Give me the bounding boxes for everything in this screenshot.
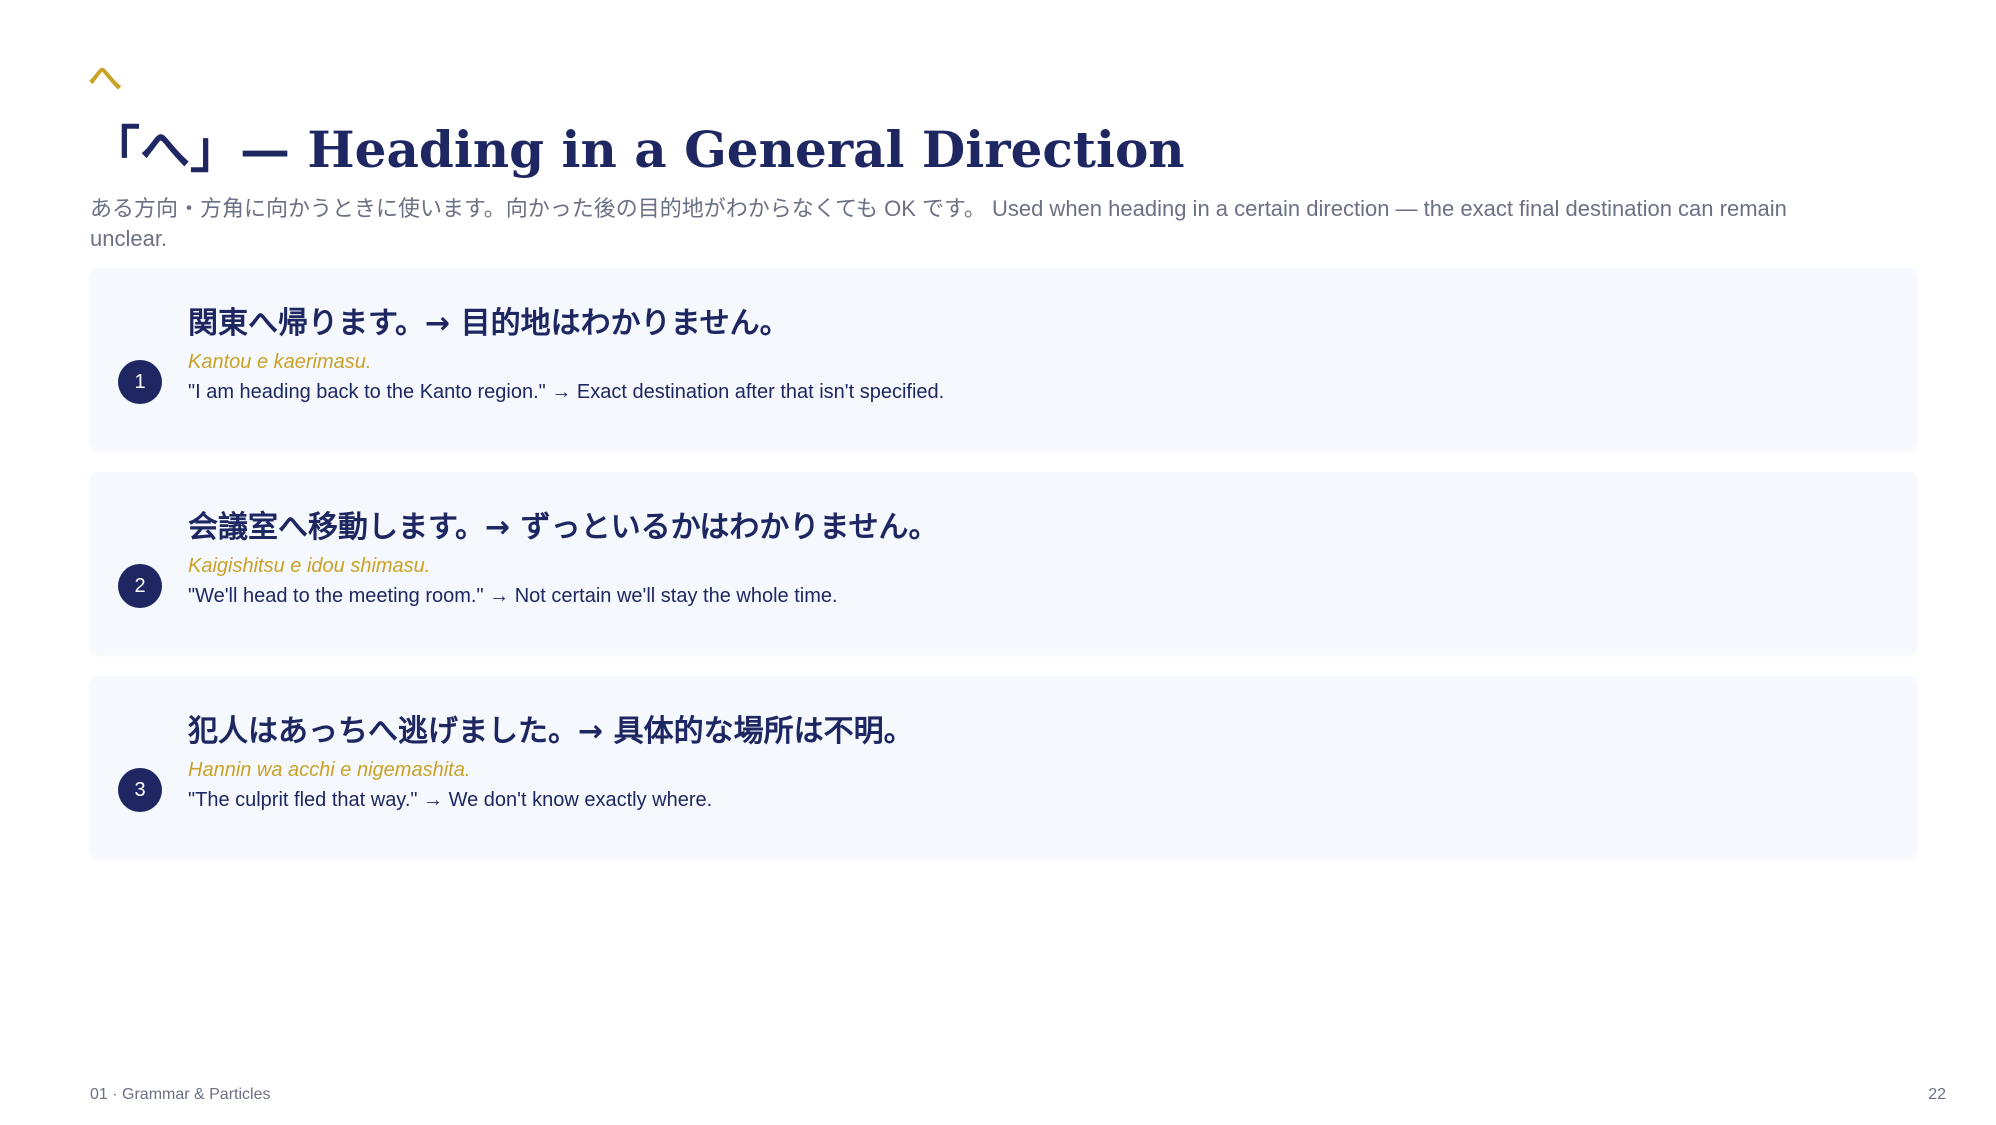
slide: へ 「へ」— Heading in a General Direction ある… [0, 0, 1996, 1125]
hiragana-he-mark: へ [88, 59, 122, 99]
footer-section-label: 01 · Grammar & Particles [90, 1086, 271, 1103]
example-japanese: 会議室へ移動します。→ ずっといるかはわかりません。 [188, 510, 939, 545]
example-number-badge: 1 [118, 360, 162, 404]
example-english: "We'll head to the meeting room." → Not … [188, 585, 838, 607]
footer-page-number: 22 [1928, 1086, 1946, 1103]
example-number-badge: 3 [118, 768, 162, 812]
example-romaji: Kaigishitsu e idou shimasu. [188, 555, 431, 577]
example-romaji: Kantou e kaerimasu. [188, 351, 372, 373]
page-subtitle: ある方向・方角に向かうときに使います。向かった後の目的地がわからなくても OK … [90, 196, 1787, 251]
example-english: "The culprit fled that way." → We don't … [188, 789, 713, 811]
example-japanese: 犯人はあっちへ逃げました。→ 具体的な場所は不明。 [188, 714, 914, 749]
example-number-badge: 2 [118, 564, 162, 608]
example-japanese: 関東へ帰ります。→ 目的地はわかりません。 [188, 306, 790, 341]
page-title: 「へ」— Heading in a General Direction [90, 120, 1185, 179]
example-romaji: Hannin wa acchi e nigemashita. [188, 759, 471, 781]
example-card-1: 1 関東へ帰ります。→ 目的地はわかりません。 Kantou e kaerima… [90, 268, 1916, 449]
example-english: "I am heading back to the Kanto region."… [188, 381, 945, 403]
example-card-3: 3 犯人はあっちへ逃げました。→ 具体的な場所は不明。 Hannin wa ac… [90, 676, 1916, 857]
example-card-2: 2 会議室へ移動します。→ ずっといるかはわかりません。 Kaigishitsu… [90, 472, 1916, 653]
